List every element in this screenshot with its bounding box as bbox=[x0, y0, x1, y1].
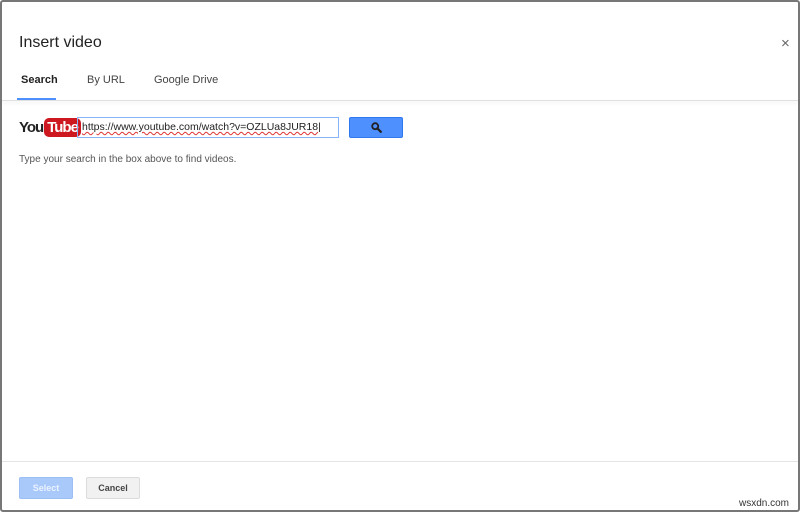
search-hint: Type your search in the box above to fin… bbox=[19, 154, 237, 165]
search-icon bbox=[370, 122, 382, 133]
tab-search[interactable]: Search bbox=[21, 74, 58, 86]
tab-by-url[interactable]: By URL bbox=[87, 74, 125, 86]
tab-google-drive[interactable]: Google Drive bbox=[154, 74, 218, 86]
tab-divider bbox=[2, 100, 798, 101]
cancel-button[interactable]: Cancel bbox=[86, 477, 140, 499]
insert-video-dialog: Insert video × Search By URL Google Driv… bbox=[0, 0, 800, 512]
select-button[interactable]: Select bbox=[19, 477, 73, 499]
youtube-logo: You Tube bbox=[19, 117, 81, 138]
close-icon[interactable]: × bbox=[781, 35, 790, 52]
watermark: wsxdn.com bbox=[739, 498, 790, 509]
search-button[interactable] bbox=[349, 117, 403, 138]
search-input[interactable]: https://www.youtube.com/watch?v=OZLUa8JU… bbox=[77, 117, 339, 138]
dialog-title: Insert video bbox=[19, 34, 102, 51]
footer-divider bbox=[2, 461, 798, 462]
